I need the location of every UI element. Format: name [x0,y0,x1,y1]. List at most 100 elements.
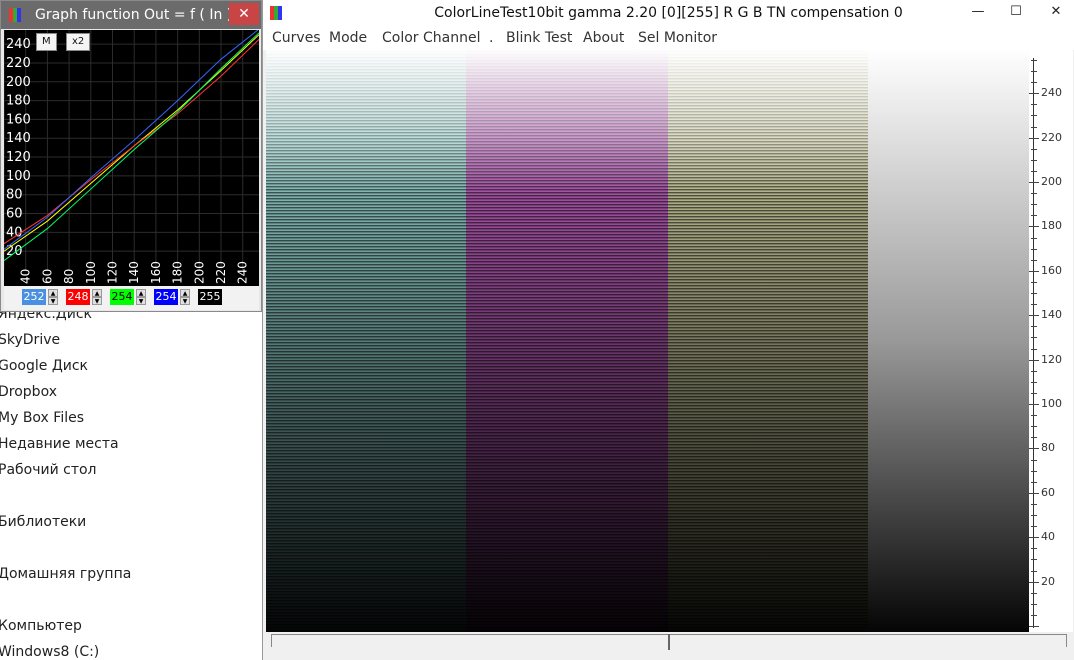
nav-item-my-box-files[interactable]: My Box Files [0,410,84,426]
blue-value-field[interactable]: 254 [154,289,178,305]
ruler-tick [1031,370,1037,372]
red-spinner-arrows[interactable]: ▲ ▼ [92,289,102,307]
ruler-label: 20 [1041,574,1055,588]
ruler-tick [1031,570,1037,572]
nav-item-desktop[interactable]: Рабочий стол [0,462,97,478]
maximize-button[interactable]: ☐ [1001,0,1031,24]
menu-dot[interactable]: . [489,30,493,46]
menu-mode[interactable]: Mode [329,30,367,46]
menu-curves[interactable]: Curves [272,30,321,46]
ruler-tick [1031,204,1037,206]
x2-button[interactable]: x2 [66,33,91,51]
menu-color-channel[interactable]: Color Channel [382,30,480,46]
nav-item-dropbox[interactable]: Dropbox [0,384,57,400]
graph-x-tick-label: 220 [214,261,228,284]
ruler-tick [1031,603,1037,605]
ruler-tick [1029,137,1039,139]
graph-y-tick-label: 140 [6,131,31,146]
ruler-tick [1031,170,1037,172]
ruler-tick [1029,537,1039,539]
nav-item-skydrive[interactable]: SkyDrive [0,332,60,348]
ruler-tick [1031,503,1037,505]
ruler-tick [1029,270,1039,272]
ruler-label: 140 [1041,308,1062,322]
menu-bar: Curves Mode Color Channel . Blink Test A… [263,28,1074,50]
menu-blink-test[interactable]: Blink Test [506,30,572,46]
ruler-label: 60 [1041,485,1055,499]
ruler-tick [1031,459,1037,461]
ruler-tick [1031,115,1037,117]
explorer-nav-pane: Яндекс.Диск SkyDrive Google Диск Dropbox… [0,300,262,660]
graph-y-tick-label: 120 [6,150,31,165]
graph-app-icon [9,8,21,22]
green-value-field[interactable]: 254 [110,289,134,305]
ruler-label: 180 [1041,219,1062,233]
ruler-tick [1031,526,1037,528]
ruler-tick [1031,248,1037,250]
horizontal-scrollbar[interactable] [271,634,1067,650]
colorlinetest-window: ColorLineTest10bit gamma 2.20 [0][255] R… [262,0,1074,660]
graph-y-tick-label: 220 [6,56,31,71]
ruler-tick [1029,492,1039,494]
graph-y-tick-label: 240 [6,37,31,52]
graph-x-tick-label: 160 [149,261,163,284]
ruler-tick [1029,359,1039,361]
gamma-graph: 240 220 200 180 160 140 120 100 80 60 40 20 40 60 80 10… [3,28,260,286]
gray-bar [868,48,1034,632]
gray-value-field[interactable]: 252 [22,289,46,305]
close-button[interactable]: ✕ [1039,0,1073,24]
ruler-tick [1031,548,1037,550]
graph-x-tick-label: 180 [171,261,185,284]
menu-sel-monitor[interactable]: Sel Monitor [638,30,717,46]
ruler-label: 40 [1041,530,1055,544]
nav-item-computer[interactable]: Компьютер [0,618,82,634]
gray-spinner-arrows[interactable]: ▲ ▼ [48,289,58,307]
red-value-field[interactable]: 248 [66,289,90,305]
nav-item-google-disk[interactable]: Google Диск [0,358,88,374]
graph-controls: 252 ▲ ▼ 248 ▲ ▼ 254 ▲ ▼ 254 ▲ ▼ 255 [4,286,259,310]
m-button[interactable]: M [36,33,57,51]
ruler-tick [1031,193,1037,195]
minimize-button[interactable]: — [963,0,993,24]
ruler-tick [1031,337,1037,339]
ruler-tick [1031,82,1037,84]
green-spinner-arrows[interactable]: ▲ ▼ [136,289,146,307]
graph-titlebar[interactable]: Graph function Out = f ( In ) ✕ [1,1,261,29]
ruler-tick [1031,392,1037,394]
ruler-tick [1031,515,1037,517]
nav-item-windows8-drive[interactable]: Windows8 (C:) [0,644,99,660]
ruler-tick [1031,614,1037,616]
nav-item-libraries[interactable]: Библиотеки [0,514,86,530]
black-value-field[interactable]: 255 [198,289,222,305]
graph-y-tick-label: 100 [6,169,31,184]
ruler-tick [1031,237,1037,239]
menu-about[interactable]: About [583,30,624,46]
ruler-tick [1031,293,1037,295]
ruler-tick [1029,626,1039,627]
graph-y-tick-label: 160 [6,112,31,127]
blue-spinner-arrows[interactable]: ▲ ▼ [180,289,190,307]
color-line-test-pattern [266,48,1034,632]
graph-y-tick-label: 180 [6,94,31,109]
ruler-label: 160 [1041,263,1062,277]
scroll-thumb[interactable] [668,634,670,650]
ruler-tick [1031,481,1037,483]
graph-x-tick-label: 80 [62,269,76,284]
graph-y-tick-label: 60 [6,207,23,222]
graph-x-tick-label: 140 [127,261,141,284]
ruler-tick [1031,104,1037,106]
ruler-tick [1031,559,1037,561]
nav-item-recent-places[interactable]: Недавние места [0,436,119,452]
ruler-label: 80 [1041,441,1055,455]
ruler-tick [1031,71,1037,73]
main-window-title: ColorLineTest10bit gamma 2.20 [0][255] R… [434,5,903,21]
ruler-tick [1031,159,1037,161]
graph-close-button[interactable]: ✕ [229,3,259,25]
nav-item-homegroup[interactable]: Домашняя группа [0,566,131,582]
ruler-tick [1029,93,1039,95]
main-titlebar[interactable]: ColorLineTest10bit gamma 2.20 [0][255] R… [263,0,1074,28]
graph-y-tick-label: 80 [6,188,23,203]
ruler-tick [1029,315,1039,317]
graph-x-tick-label: 120 [106,261,120,284]
ruler-tick [1029,182,1039,184]
